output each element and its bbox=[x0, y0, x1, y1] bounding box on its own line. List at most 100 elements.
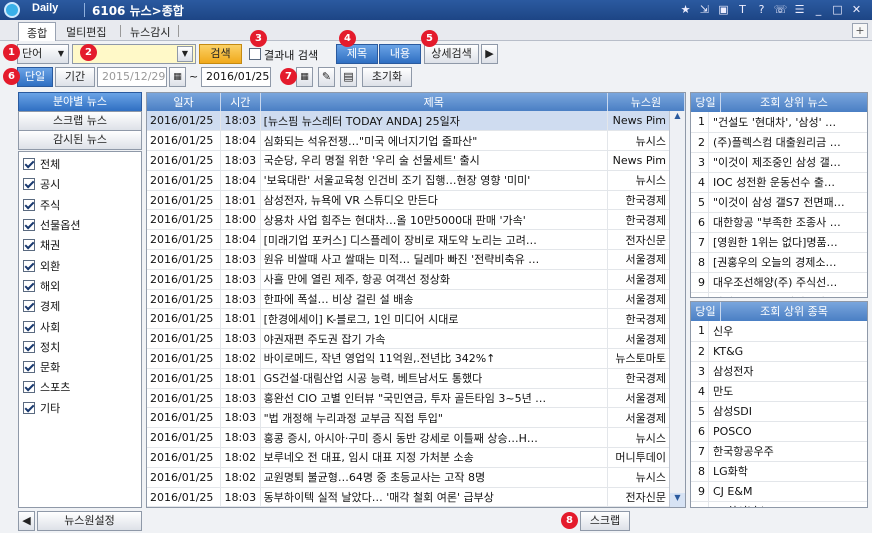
maximize-icon[interactable]: □ bbox=[830, 2, 845, 17]
scrap-news-button[interactable]: 스크랩 뉴스 bbox=[18, 111, 142, 131]
detail-search-button[interactable]: 상세검색 bbox=[424, 44, 479, 64]
category-checkbox[interactable] bbox=[23, 198, 35, 211]
result-search-checkbox[interactable] bbox=[249, 48, 261, 60]
news-row[interactable]: 2016/01/25 18:03 홍완선 CIO 고별 인터뷰 "국민연금, 투자 … bbox=[147, 388, 685, 409]
news-row[interactable]: 2016/01/25 18:03 야권재편 주도권 잡기 가속 서울경제 bbox=[147, 328, 685, 350]
news-row[interactable]: 2016/01/25 18:03 사흘 만에 열린 제주, 항공 여객선 정상화 서울… bbox=[147, 269, 685, 290]
news-row[interactable]: 2016/01/25 18:03 "법 개정해 누리과정 교부금 직접 투입" 서울경… bbox=[147, 407, 685, 429]
single-date-button[interactable]: 단일 bbox=[17, 67, 53, 87]
tab-general[interactable]: 종합 bbox=[18, 22, 57, 41]
top-stock-item[interactable]: 4 만도 bbox=[691, 381, 867, 402]
top-stocks-tab[interactable]: 당일 bbox=[691, 302, 721, 321]
mode-select[interactable]: 단어 ▼ bbox=[17, 44, 69, 64]
top-news-item[interactable]: 3 "이것이 제조중인 삼성 갤… bbox=[691, 152, 867, 173]
news-row[interactable]: 2016/01/25 18:03 한파에 폭설… 비상 걸린 설 배송 서울경제 bbox=[147, 289, 685, 310]
category-checkbox[interactable] bbox=[23, 320, 35, 333]
category-checkbox[interactable] bbox=[23, 279, 35, 292]
category-item[interactable]: 채권 bbox=[19, 235, 141, 255]
category-checkbox[interactable] bbox=[23, 158, 35, 171]
help-icon[interactable]: ? bbox=[754, 2, 769, 17]
scrollbar[interactable]: ▲ ▼ bbox=[669, 111, 685, 507]
news-row[interactable]: 2016/01/25 18:02 바이로메드, 작년 영업익 11억원,.전년比 3… bbox=[147, 348, 685, 369]
add-tab-icon[interactable]: + bbox=[852, 23, 868, 38]
clipboard-icon[interactable]: ▤ bbox=[340, 67, 357, 87]
category-item[interactable]: 전체 bbox=[19, 154, 141, 174]
search-dropdown-icon[interactable]: ▼ bbox=[177, 46, 193, 62]
top-stock-item[interactable]: 1 신우 bbox=[691, 321, 867, 342]
top-news-item[interactable]: 8 [권홍우의 오늘의 경제소… bbox=[691, 252, 867, 273]
tab-news-watch[interactable]: 뉴스감시 bbox=[122, 22, 178, 41]
category-item[interactable]: 정치 bbox=[19, 337, 141, 357]
category-item[interactable]: 선물옵션 bbox=[19, 215, 141, 235]
top-news-item[interactable]: 6 대한항공 "부족한 조종사 … bbox=[691, 212, 867, 233]
close-icon[interactable]: ✕ bbox=[849, 2, 864, 17]
category-item[interactable]: 주식 bbox=[19, 195, 141, 215]
scroll-down-icon[interactable]: ▼ bbox=[670, 493, 685, 507]
top-news-item[interactable]: 4 IOC 성전환 운동선수 출… bbox=[691, 172, 867, 193]
watched-news-button[interactable]: 감시된 뉴스 bbox=[18, 130, 142, 150]
col-time[interactable]: 시간 bbox=[220, 93, 261, 111]
top-news-tab[interactable]: 당일 bbox=[691, 93, 721, 112]
top-news-item[interactable]: 1 "건설도 '현대차', '삼성' … bbox=[691, 112, 867, 133]
news-row[interactable]: 2016/01/25 18:04 '보육대란' 서울교육청 인건비 조기 집행…현장… bbox=[147, 170, 685, 191]
category-item[interactable]: 외환 bbox=[19, 255, 141, 275]
top-stock-item[interactable]: 9 CJ E&M bbox=[691, 481, 867, 502]
news-row[interactable]: 2016/01/2518:01현대중공업, 협력사 납품대금 설 연휴 전 15… bbox=[147, 506, 685, 507]
category-checkbox[interactable] bbox=[23, 219, 35, 232]
tab-multi-edit[interactable]: 멀티편집 bbox=[58, 22, 114, 41]
title-filter-button[interactable]: 제목 bbox=[336, 44, 378, 64]
reset-button[interactable]: 초기화 bbox=[362, 67, 412, 87]
source-settings-button[interactable]: 뉴스원설정 bbox=[37, 511, 142, 531]
news-row[interactable]: 2016/01/25 18:04 심화되는 석유전쟁…"미국 에너지기업 줄파산" 뉴… bbox=[147, 130, 685, 152]
news-row[interactable]: 2016/01/25 18:03 홍콩 증시, 아시아·구미 증시 동반 강세로 이… bbox=[147, 427, 685, 449]
top-stock-item[interactable]: 2 KT&G bbox=[691, 341, 867, 362]
export-icon[interactable]: ⇲ bbox=[697, 2, 712, 17]
category-checkbox[interactable] bbox=[23, 178, 35, 191]
top-news-item[interactable]: 9 대우조선해양(주) 주식선… bbox=[691, 272, 867, 293]
top-news-item[interactable]: 2 (주)플렉스컴 대출원리금 … bbox=[691, 132, 867, 153]
top-stock-item[interactable]: 6 POSCO bbox=[691, 421, 867, 442]
news-row[interactable]: 2016/01/25 18:03 원유 비쌀때 사고 쌀때는 미적… 딜레마 빠진 … bbox=[147, 249, 685, 270]
news-row[interactable]: 2016/01/25 18:01 GS건설·대림산업 시공 능력, 베트남서도 통했… bbox=[147, 368, 685, 389]
top-stock-item[interactable]: 10SK하이닉스 bbox=[691, 501, 867, 507]
phone-icon[interactable]: ☏ bbox=[773, 2, 788, 17]
minimize-icon[interactable]: _ bbox=[811, 2, 826, 17]
news-row[interactable]: 2016/01/25 18:01 [한경에세이] K-블로그, 1인 미디어 시대로… bbox=[147, 308, 685, 330]
news-row[interactable]: 2016/01/25 18:03 동부하이텍 실적 날았다… '매각 철회 여론' … bbox=[147, 487, 685, 507]
top-news-item[interactable]: 7 [영원한 1위는 없다]명품… bbox=[691, 232, 867, 253]
scroll-up-icon[interactable]: ▲ bbox=[670, 111, 685, 125]
pencil-icon[interactable]: ✎ bbox=[318, 67, 335, 87]
news-row[interactable]: 2016/01/25 18:02 보루네오 전 대표, 임시 대표 지정 가처분 소… bbox=[147, 447, 685, 468]
top-stock-item[interactable]: 8 LG화학 bbox=[691, 461, 867, 482]
calendar-to-icon[interactable]: ▦ bbox=[296, 67, 313, 87]
arrow-right-icon[interactable]: ▶ bbox=[481, 44, 498, 64]
menu-icon[interactable]: ☰ bbox=[792, 2, 807, 17]
top-news-item[interactable]: 10삼성SDI(주) 연결재무제… bbox=[691, 292, 867, 297]
arrow-left-icon[interactable]: ◀ bbox=[18, 511, 35, 531]
category-item[interactable]: 공시 bbox=[19, 174, 141, 194]
top-stock-item[interactable]: 3 삼성전자 bbox=[691, 361, 867, 382]
top-news-item[interactable]: 5 "이것이 삼성 갤S7 전면패… bbox=[691, 192, 867, 213]
date-to-input[interactable]: 2016/01/25 bbox=[201, 67, 271, 87]
font-icon[interactable]: T bbox=[735, 2, 750, 17]
category-checkbox[interactable] bbox=[23, 361, 35, 374]
top-stock-item[interactable]: 5 삼성SDI bbox=[691, 401, 867, 422]
news-row[interactable]: 2016/01/25 18:03 국순당, 우리 명절 위한 '우리 술 선물세트'… bbox=[147, 150, 685, 171]
top-stock-item[interactable]: 7 한국항공우주 bbox=[691, 441, 867, 462]
category-checkbox[interactable] bbox=[23, 401, 35, 414]
news-row[interactable]: 2016/01/25 18:02 교원명퇴 불균형…64명 중 초등교사는 고작 8… bbox=[147, 467, 685, 488]
star-icon[interactable]: ★ bbox=[678, 2, 693, 17]
category-item[interactable]: 스포츠 bbox=[19, 377, 141, 397]
category-checkbox[interactable] bbox=[23, 381, 35, 394]
col-source[interactable]: 뉴스원 bbox=[607, 93, 685, 111]
category-checkbox[interactable] bbox=[23, 259, 35, 272]
category-item[interactable]: 문화 bbox=[19, 357, 141, 377]
search-button[interactable]: 검색 bbox=[199, 44, 242, 64]
lock-icon[interactable]: ▣ bbox=[716, 2, 731, 17]
period-button[interactable]: 기간 bbox=[55, 67, 95, 87]
news-row[interactable]: 2016/01/25 18:01 삼성전자, 뉴욕에 VR 스튜디오 만든다 한국경제 bbox=[147, 190, 685, 211]
category-item[interactable]: 해외 bbox=[19, 276, 141, 296]
category-item[interactable]: 경제 bbox=[19, 296, 141, 316]
category-checkbox[interactable] bbox=[23, 300, 35, 313]
col-title[interactable]: 제목 bbox=[260, 93, 608, 111]
